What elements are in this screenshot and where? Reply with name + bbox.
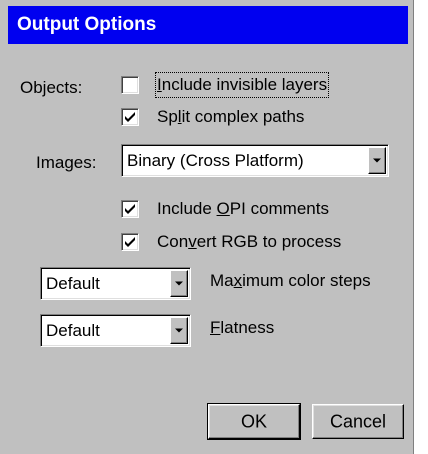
dropdown-arrow-icon [373,158,381,162]
image-format-value: Binary (Cross Platform) [127,150,304,170]
objects-section-label: Objects: [20,78,83,97]
convert-rgb-checkbox[interactable] [121,233,139,251]
include-invisible-layers-checkbox[interactable] [121,76,139,94]
convert-rgb-label[interactable]: Convert RGB to process [157,231,341,253]
output-options-dialog: Output Options Objects: Include invisibl… [0,0,414,454]
images-section-label: Images: [36,153,97,172]
split-complex-paths-label[interactable]: Split complex paths [157,106,304,128]
flatness-dropdown-button[interactable] [170,317,188,344]
flatness-select[interactable]: Default [40,314,191,347]
split-complex-paths-checkbox[interactable] [121,108,139,126]
image-format-select[interactable]: Binary (Cross Platform) [121,144,389,177]
dialog-title: Output Options [8,6,408,44]
include-opi-comments-label[interactable]: Include OPI comments [157,198,329,220]
max-color-steps-value: Default [46,273,100,293]
check-mark-icon [125,204,135,214]
flatness-label: Flatness [210,318,275,337]
include-invisible-layers-label[interactable]: Include invisible layers [154,72,330,98]
check-mark-icon [125,112,135,122]
flatness-value: Default [46,320,100,340]
cancel-button[interactable]: Cancel [312,404,404,439]
max-color-steps-label: Maximum color steps [210,271,371,290]
max-color-steps-dropdown-button[interactable] [170,270,188,297]
check-mark-icon [125,237,135,247]
max-color-steps-select[interactable]: Default [40,267,191,300]
dropdown-arrow-icon [175,328,183,332]
dropdown-arrow-icon [175,281,183,285]
ok-button[interactable]: OK [207,403,301,440]
image-format-dropdown-button[interactable] [368,147,386,174]
include-opi-comments-checkbox[interactable] [121,200,139,218]
